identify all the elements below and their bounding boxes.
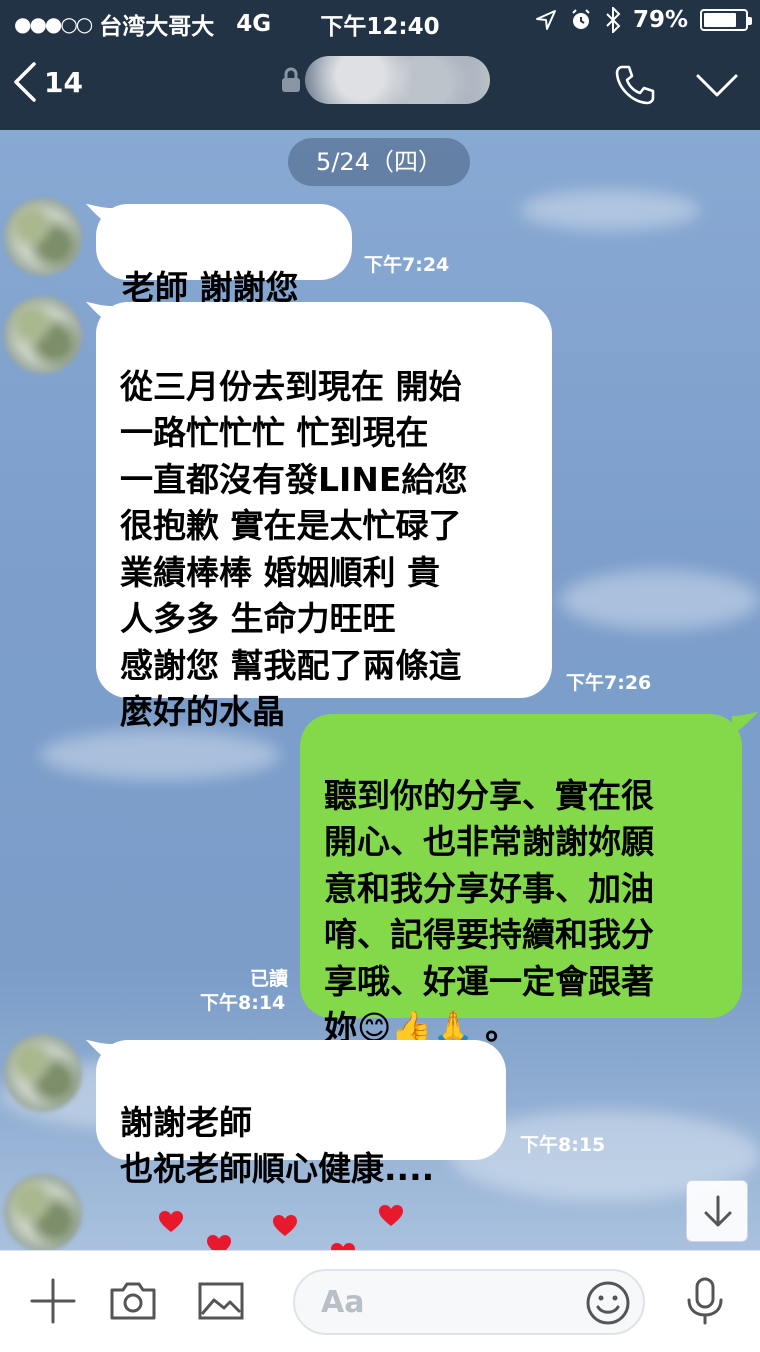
message-input-bar: Aa <box>0 1250 760 1352</box>
message-bubble-incoming[interactable]: 謝謝老師 也祝老師順心健康.... <box>96 1040 506 1188</box>
message-time: 下午7:26 <box>566 672 652 694</box>
alarm-icon <box>572 9 590 29</box>
date-separator: 5/24（四） <box>288 138 470 186</box>
back-button[interactable]: 14 <box>12 60 83 104</box>
background-cloud <box>40 730 280 780</box>
emoji-icon[interactable] <box>585 1280 631 1326</box>
message-text: 聽到你的分享、實在很 開心、也非常謝謝妳願 意和我分享好事、加油 唷、記得要持續… <box>324 775 654 1048</box>
location-arrow-icon <box>535 10 556 30</box>
bluetooth-icon <box>606 7 621 33</box>
camera-icon[interactable] <box>108 1276 158 1326</box>
heart-icon <box>159 1211 183 1232</box>
background-cloud <box>560 570 760 630</box>
top-chrome: ●●●○○ 台湾大哥大 4G 下午12:40 79% 14 <box>0 0 760 130</box>
background-cloud <box>520 190 700 230</box>
avatar[interactable] <box>4 1174 82 1250</box>
message-bubble-outgoing[interactable]: 聽到你的分享、實在很 開心、也非常謝謝妳願 意和我分享好事、加油 唷、記得要持續… <box>300 714 742 1047</box>
message-input-placeholder: Aa <box>321 1285 365 1320</box>
image-icon[interactable] <box>196 1276 246 1326</box>
message-time: 下午8:14 <box>200 992 286 1014</box>
scroll-to-bottom-button[interactable] <box>686 1180 748 1242</box>
status-bar: ●●●○○ 台湾大哥大 4G 下午12:40 79% <box>0 0 760 42</box>
message-bubble-incoming[interactable]: 從三月份去到現在 開始 一路忙忙忙 忙到現在 一直都沒有發LINE給您 很抱歉 … <box>96 302 552 731</box>
battery-icon <box>700 9 752 31</box>
message-time: 下午8:15 <box>520 1134 606 1156</box>
message-bubble-incoming[interactable]: 老師 謝謝您 <box>96 204 352 307</box>
avatar[interactable] <box>4 296 82 374</box>
heart-icon <box>273 1215 297 1236</box>
contact-name-blurred[interactable] <box>305 56 490 104</box>
message-text: 謝謝老師 也祝老師順心健康.... <box>120 1102 435 1189</box>
chat-header: 14 <box>0 42 760 130</box>
chevron-left-icon <box>14 62 36 102</box>
avatar[interactable] <box>4 198 82 276</box>
battery-percentage: 79% <box>632 7 688 33</box>
avatar[interactable] <box>4 1034 82 1112</box>
heart-icon <box>331 1243 355 1250</box>
phone-icon[interactable] <box>612 62 658 108</box>
unread-count: 14 <box>44 65 83 99</box>
message-text: 老師 謝謝您 <box>122 267 299 307</box>
chevron-down-icon[interactable] <box>694 70 740 100</box>
heart-icon <box>379 1205 403 1226</box>
plus-icon[interactable] <box>28 1276 78 1326</box>
chat-area[interactable]: 5/24（四） 老師 謝謝您 下午7:24 從三月份去到現在 開始 一路忙忙忙 … <box>0 130 760 1250</box>
message-input[interactable]: Aa <box>293 1269 645 1335</box>
arrow-down-icon <box>704 1195 732 1227</box>
message-text: 從三月份去到現在 開始 一路忙忙忙 忙到現在 一直都沒有發LINE給您 很抱歉 … <box>120 366 468 732</box>
microphone-icon[interactable] <box>680 1276 730 1326</box>
heart-icon <box>207 1235 231 1250</box>
read-receipt: 已讀 <box>249 968 288 990</box>
message-time: 下午7:24 <box>364 254 450 276</box>
lock-icon <box>282 67 300 92</box>
